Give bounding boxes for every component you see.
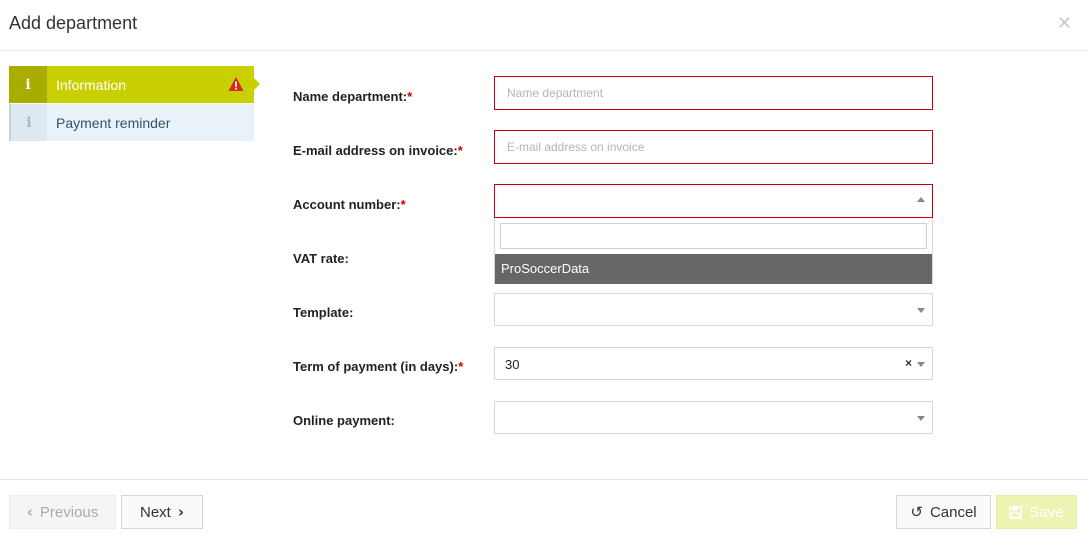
chevron-down-icon bbox=[917, 416, 925, 421]
chevron-down-icon bbox=[917, 308, 925, 313]
modal-header bbox=[0, 0, 1089, 51]
info-icon: i bbox=[9, 66, 47, 103]
footer-divider bbox=[0, 479, 1089, 480]
save-button-label: Save bbox=[1029, 503, 1064, 521]
online-payment-select[interactable] bbox=[494, 401, 933, 434]
name-department-field bbox=[494, 76, 933, 110]
nav-item-payment-reminder[interactable]: i Payment reminder bbox=[9, 104, 254, 141]
account-number-dropdown: ProSoccerData bbox=[494, 218, 933, 284]
save-button[interactable]: Save bbox=[996, 495, 1077, 529]
save-icon bbox=[1009, 505, 1023, 519]
nav-item-label: Payment reminder bbox=[56, 115, 171, 131]
previous-button[interactable]: ‹ Previous bbox=[9, 495, 116, 529]
label-online-payment: Online payment: bbox=[293, 413, 395, 428]
dialog-title: Add department bbox=[9, 13, 138, 33]
active-indicator-arrow bbox=[254, 78, 260, 90]
dropdown-option[interactable]: ProSoccerData bbox=[495, 254, 932, 284]
clear-icon[interactable]: × bbox=[905, 356, 912, 370]
term-of-payment-select[interactable]: 30 × bbox=[494, 347, 933, 380]
email-invoice-field bbox=[494, 130, 933, 164]
account-number-select[interactable] bbox=[494, 184, 933, 218]
label-email-invoice: E-mail address on invoice:* bbox=[293, 143, 463, 158]
nav-item-label: Information bbox=[56, 77, 127, 93]
dropdown-search-input[interactable] bbox=[500, 223, 927, 249]
label-term-of-payment: Term of payment (in days):* bbox=[293, 359, 464, 374]
undo-icon: ↺ bbox=[910, 504, 923, 521]
chevron-right-icon: › bbox=[177, 503, 185, 521]
email-invoice-input[interactable] bbox=[495, 131, 932, 163]
info-icon: i bbox=[9, 104, 47, 141]
name-department-input[interactable] bbox=[495, 77, 932, 109]
label-vat-rate: VAT rate: bbox=[293, 251, 349, 266]
previous-button-label: Previous bbox=[39, 503, 99, 521]
nav-item-information[interactable]: i Information bbox=[9, 66, 260, 103]
next-button-label: Next bbox=[139, 503, 171, 521]
label-name-department: Name department:* bbox=[293, 89, 413, 104]
chevron-left-icon: ‹ bbox=[26, 503, 33, 521]
cancel-button[interactable]: ↺ Cancel bbox=[896, 495, 991, 529]
cancel-button-label: Cancel bbox=[929, 503, 977, 521]
close-icon[interactable]: ✕ bbox=[1057, 14, 1072, 32]
chevron-down-icon bbox=[917, 362, 925, 367]
warning-icon bbox=[228, 77, 244, 91]
template-select[interactable] bbox=[494, 293, 933, 326]
term-of-payment-value: 30 bbox=[505, 357, 520, 372]
label-template: Template: bbox=[293, 305, 354, 320]
label-account-number: Account number:* bbox=[293, 197, 406, 212]
next-button[interactable]: Next › bbox=[121, 495, 203, 529]
caret-up-icon bbox=[917, 197, 925, 202]
